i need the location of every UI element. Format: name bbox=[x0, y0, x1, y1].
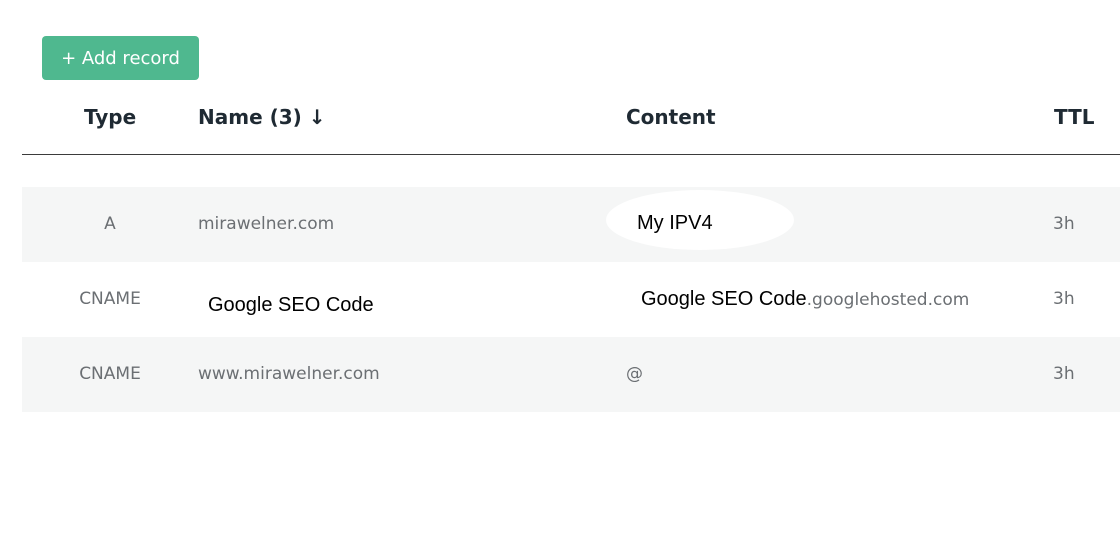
column-header-type: Type bbox=[84, 105, 137, 129]
table-row[interactable]: CNAME www.mirawelner.com @ 3h bbox=[22, 337, 1120, 412]
header-divider bbox=[22, 154, 1120, 155]
record-name: Google SEO Code bbox=[208, 294, 374, 316]
record-ttl: 3h bbox=[1053, 289, 1075, 309]
record-content: Google SEO Code.googlehosted.com bbox=[641, 262, 969, 337]
dns-records-page: + Add record Type Name (3) ↓ Content TTL… bbox=[0, 0, 1120, 552]
table-row[interactable]: A mirawelner.com My IPV4 3h bbox=[22, 187, 1120, 262]
column-header-content: Content bbox=[626, 105, 716, 129]
record-content: @ bbox=[626, 364, 643, 384]
record-name: mirawelner.com bbox=[198, 214, 335, 234]
record-content-prefix: Google SEO Code bbox=[641, 288, 807, 310]
column-header-ttl: TTL bbox=[1054, 105, 1095, 129]
record-type: CNAME bbox=[79, 289, 141, 309]
add-record-button[interactable]: + Add record bbox=[42, 36, 199, 80]
column-header-name-sort[interactable]: Name (3) ↓ bbox=[198, 100, 326, 134]
record-content-domain: .googlehosted.com bbox=[806, 290, 970, 310]
record-ttl: 3h bbox=[1053, 364, 1075, 384]
record-name: www.mirawelner.com bbox=[198, 364, 380, 384]
record-content: My IPV4 bbox=[637, 212, 713, 234]
record-type: A bbox=[104, 214, 116, 234]
table-row[interactable]: CNAME Google SEO Code Google SEO Code.go… bbox=[22, 262, 1120, 337]
record-type: CNAME bbox=[79, 364, 141, 384]
record-ttl: 3h bbox=[1053, 214, 1075, 234]
